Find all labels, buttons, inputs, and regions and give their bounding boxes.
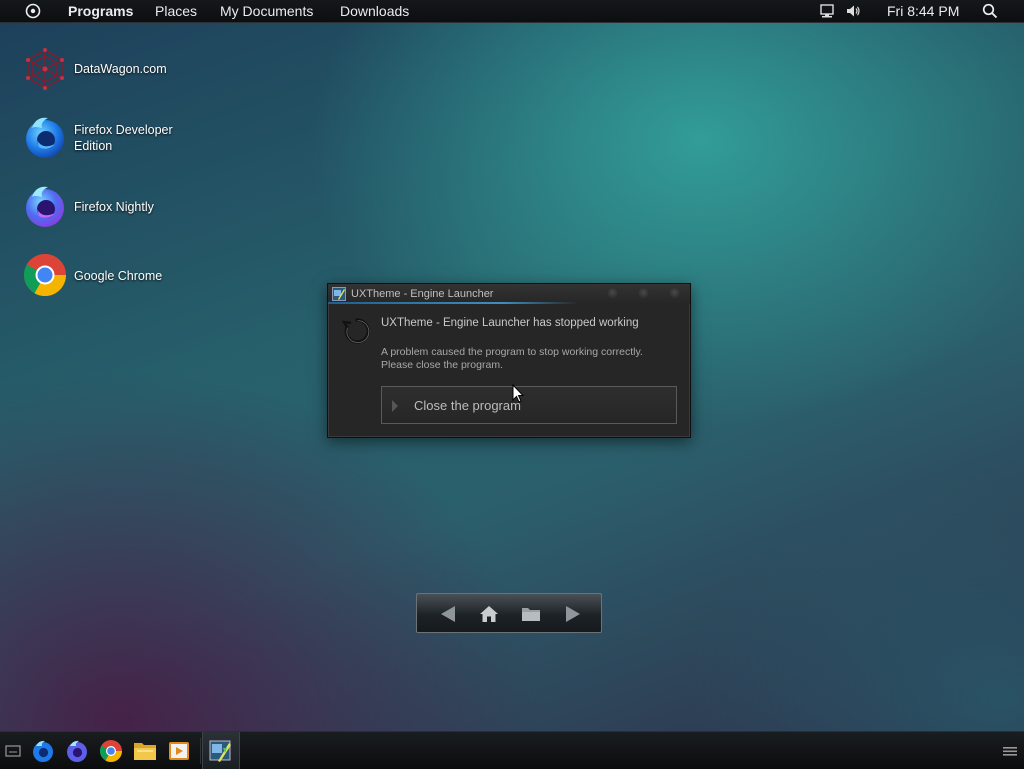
- close-window-button[interactable]: [668, 288, 681, 299]
- search-icon[interactable]: [982, 3, 998, 19]
- back-icon[interactable]: [437, 603, 459, 625]
- desktop-icon-label: DataWagon.com: [74, 62, 167, 76]
- taskbar-separator: [200, 738, 201, 764]
- desktop-icon-label: Google Chrome: [74, 269, 163, 283]
- navigation-dock: [416, 593, 602, 633]
- taskbar: [0, 731, 1024, 769]
- mouse-cursor-icon: [512, 384, 524, 403]
- minimize-button[interactable]: [606, 288, 619, 299]
- desktop-icon-google-chrome[interactable]: Google Chrome: [20, 252, 180, 300]
- top-panel: Programs Places My Documents Downloads F…: [0, 0, 1024, 23]
- taskbar-active-window[interactable]: [202, 732, 240, 769]
- show-desktop-icon[interactable]: [2, 739, 24, 763]
- system-menu-icon[interactable]: [25, 3, 41, 19]
- firefox-nightly-icon[interactable]: [65, 739, 89, 763]
- error-heading: UXTheme - Engine Launcher has stopped wo…: [381, 317, 639, 329]
- menu-downloads[interactable]: Downloads: [340, 3, 409, 19]
- menu-icon[interactable]: [1000, 739, 1020, 763]
- home-icon[interactable]: [478, 603, 500, 625]
- forward-icon[interactable]: [562, 603, 584, 625]
- chrome-icon: [23, 253, 67, 297]
- close-program-label: Close the program: [414, 398, 521, 413]
- menu-programs[interactable]: Programs: [68, 3, 133, 19]
- busy-spinner-icon: [342, 318, 370, 344]
- error-message-line: A problem caused the program to stop wor…: [381, 346, 643, 358]
- menu-places[interactable]: Places: [155, 3, 197, 19]
- desktop-icon-label: Firefox Developer Edition: [74, 123, 173, 153]
- file-manager-icon[interactable]: [133, 739, 157, 763]
- desktop-icon-label: Firefox Nightly: [74, 200, 154, 214]
- dialog-title: UXTheme - Engine Launcher: [351, 288, 494, 300]
- error-dialog: UXTheme - Engine Launcher UXTheme - Engi…: [327, 283, 691, 438]
- folder-icon[interactable]: [520, 603, 542, 625]
- datawagon-icon: [26, 48, 64, 90]
- arrow-right-icon: [392, 400, 398, 412]
- error-message-line: Please close the program.: [381, 359, 503, 371]
- desktop-icon-firefox-developer[interactable]: Firefox Developer Edition: [20, 114, 180, 162]
- network-icon[interactable]: [819, 3, 835, 19]
- dialog-titlebar[interactable]: UXTheme - Engine Launcher: [328, 284, 690, 304]
- maximize-button[interactable]: [637, 288, 650, 299]
- desktop-icon-datawagon[interactable]: DataWagon.com: [20, 46, 180, 94]
- error-message: A problem caused the program to stop wor…: [381, 346, 681, 372]
- menu-my-documents[interactable]: My Documents: [220, 3, 313, 19]
- desktop-icon-firefox-nightly[interactable]: Firefox Nightly: [20, 183, 180, 231]
- close-program-button[interactable]: Close the program: [381, 386, 677, 424]
- firefox-developer-icon: [26, 117, 64, 158]
- firefox-nightly-icon: [26, 186, 64, 227]
- chrome-icon[interactable]: [99, 739, 123, 763]
- title-accent: [328, 302, 578, 304]
- firefox-developer-icon[interactable]: [31, 739, 55, 763]
- clock[interactable]: Fri 8:44 PM: [887, 3, 959, 19]
- volume-icon[interactable]: [845, 3, 861, 19]
- uxtheme-app-icon: [332, 287, 346, 301]
- uxtheme-app-icon: [209, 740, 231, 762]
- media-player-icon[interactable]: [167, 739, 191, 763]
